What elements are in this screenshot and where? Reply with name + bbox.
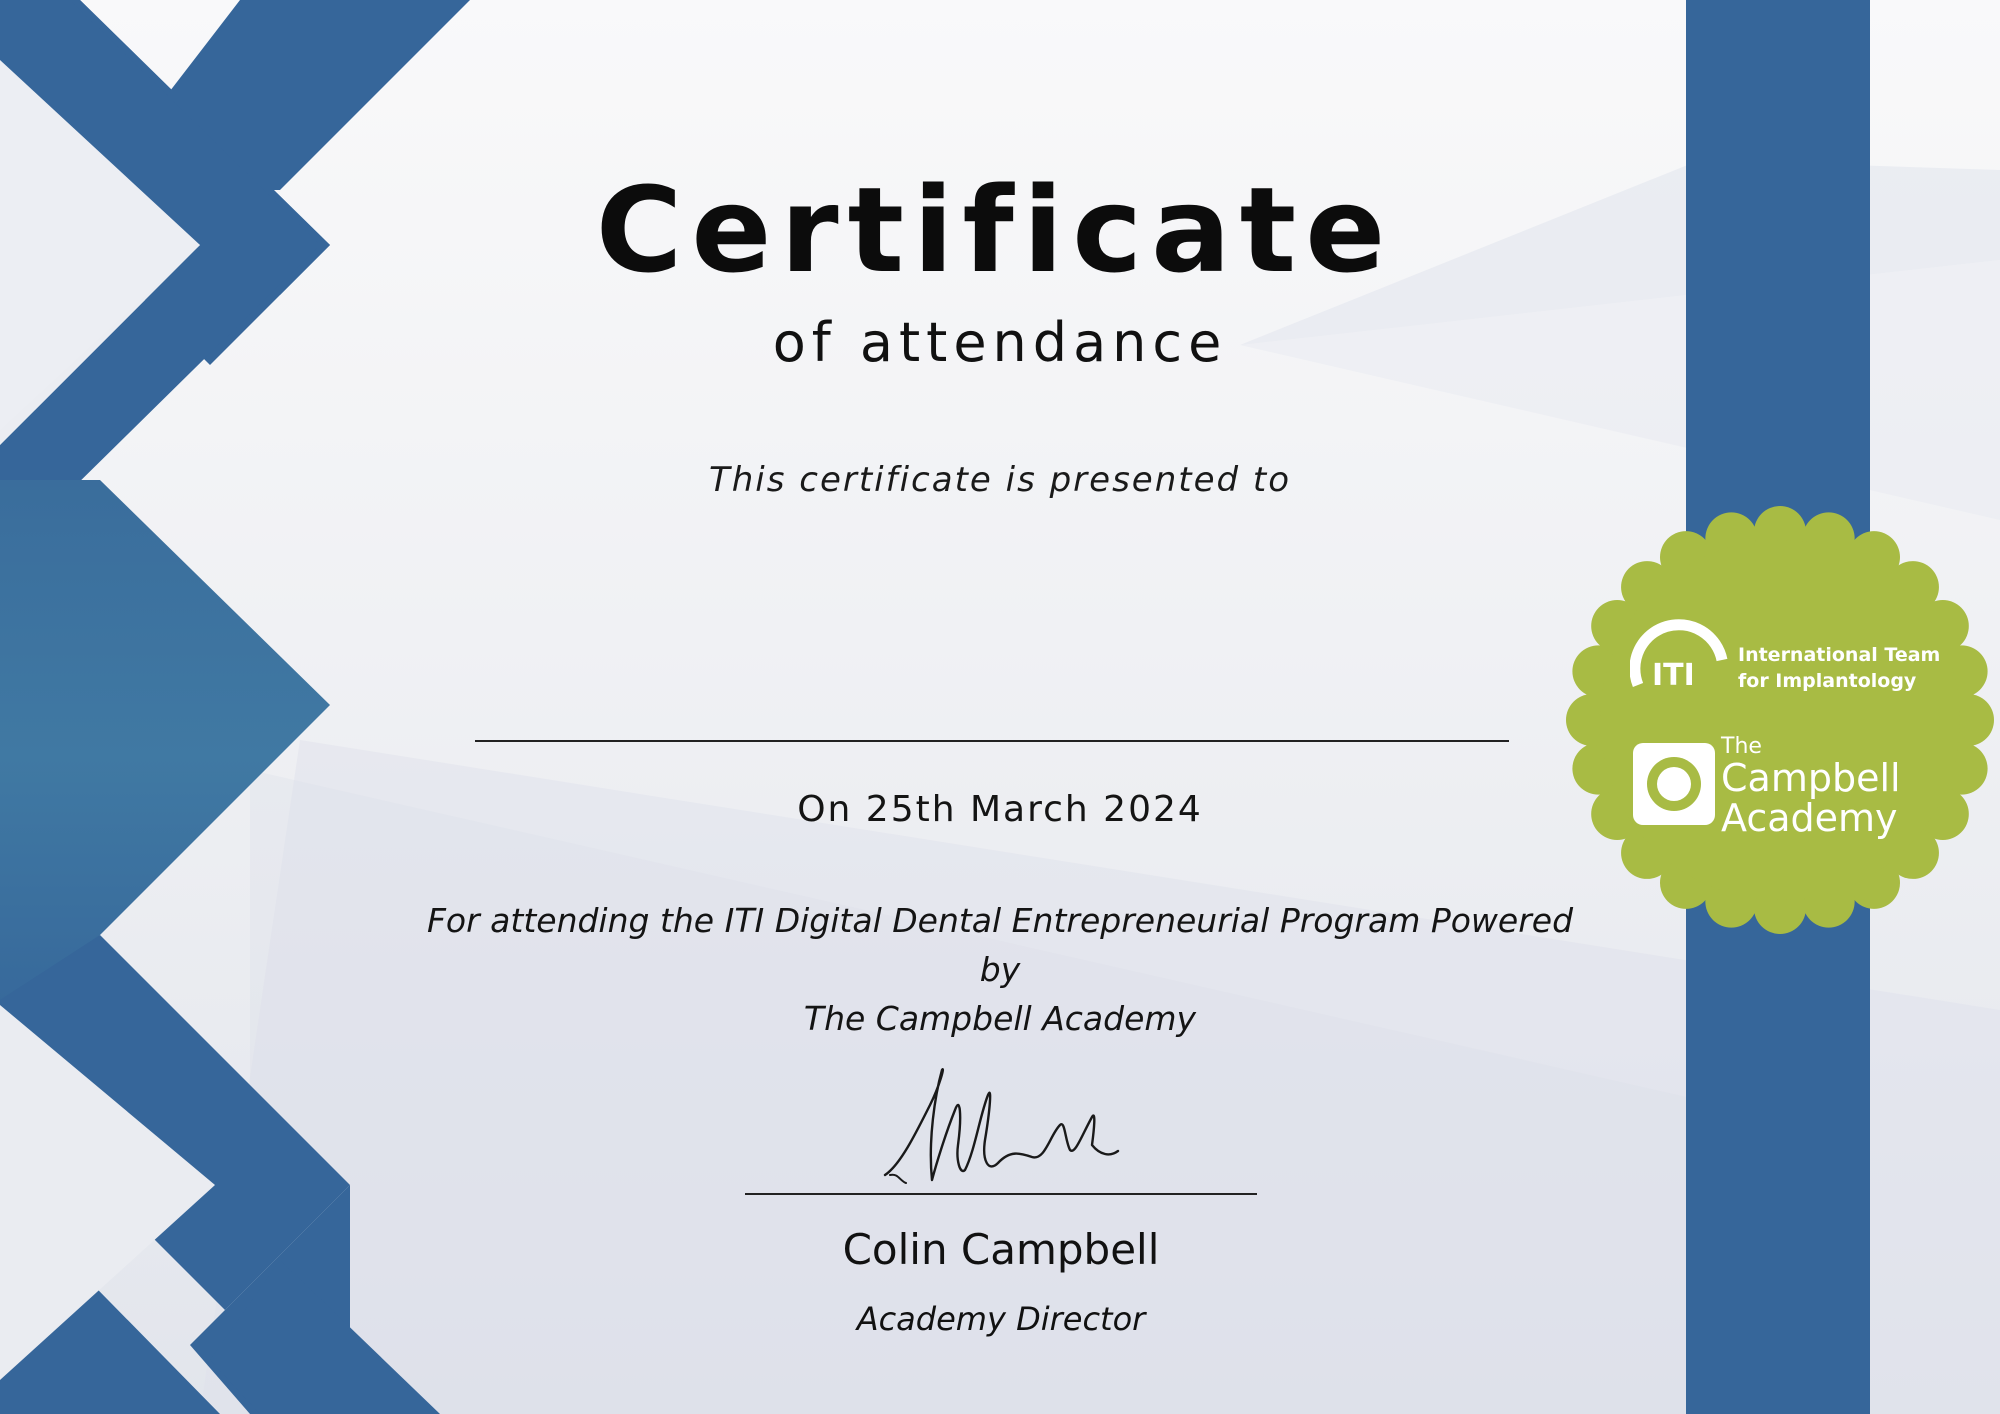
signature-line [745,1193,1257,1195]
handwritten-signature [883,1068,1120,1184]
presented-to-text: This certificate is presented to [708,460,1292,500]
recipient-name-line [475,740,1509,742]
iti-logo-icon: ITI [1630,619,1728,693]
academy-the-text: The [1721,734,1762,759]
seal-badge: ITI International Team for Implantology … [1560,500,2000,940]
reason-line-1: For attending the ITI Digital Dental Ent… [426,901,1574,989]
certificate-page: Certificate of attendance This certifica… [0,0,2000,1414]
campbell-academy-logo-icon [1633,743,1715,825]
iti-name-line-2: for Implantology [1738,670,1917,692]
academy-campbell-text: Campbell [1721,756,1901,800]
iti-logo-mark: ITI [1652,658,1695,693]
certificate-subtitle: of attendance [772,311,1228,374]
campbell-academy-wordmark: The Campbell Academy [1721,734,1901,840]
iti-organization-name: International Team for Implantology [1738,642,1940,694]
certificate-title: Certificate [595,161,1395,299]
attendance-reason: For attending the ITI Digital Dental Ent… [410,896,1590,1043]
seal-badge-shape [1566,506,1994,934]
academy-academy-text: Academy [1721,796,1898,840]
iti-name-line-1: International Team [1738,644,1941,666]
signer-role: Academy Director [856,1300,1146,1338]
signer-name: Colin Campbell [842,1225,1160,1274]
reason-line-2: The Campbell Academy [803,999,1197,1038]
recipient-name [475,660,1509,730]
